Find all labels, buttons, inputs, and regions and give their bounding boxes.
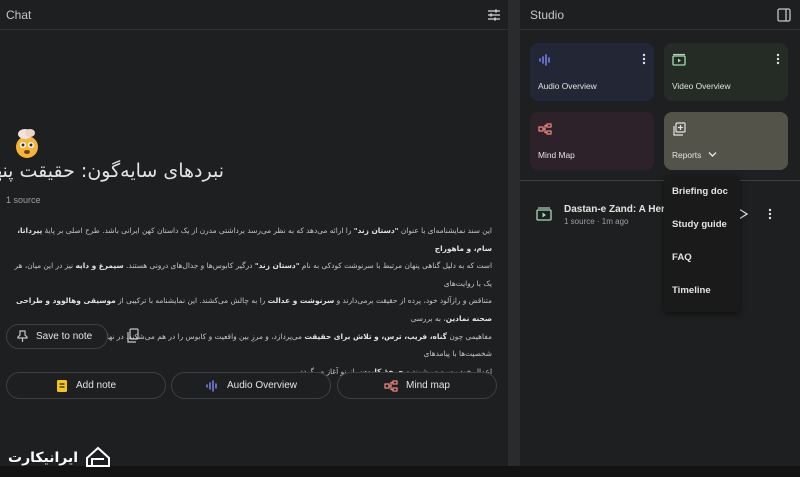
note-doc-icon: [536, 207, 552, 221]
audio-overview-tile-label: Audio Overview: [538, 81, 597, 91]
more-vert-icon[interactable]: [642, 53, 646, 65]
menu-item-study-guide[interactable]: Study guide: [672, 219, 727, 230]
summary-line-3: متناقض و رازآلود خود، پرده از حقیقت برمی…: [15, 296, 492, 323]
logo-icon: [86, 446, 110, 467]
mind-map-tile-label: Mind Map: [538, 150, 575, 160]
notebook-summary: این سند نمایشنامه‌ای با عنوان "دستان زند…: [6, 222, 493, 380]
copy-icon[interactable]: [126, 328, 140, 344]
note-list-item[interactable]: Dastan-e Zand: A Hero 1 source · 1m ago: [520, 196, 800, 236]
studio-title: Studio: [530, 8, 565, 22]
video-icon: [672, 53, 686, 66]
note-meta: 1 source · 1m ago: [564, 217, 629, 226]
panel-scrollbar[interactable]: [508, 0, 520, 466]
note-title: Dastan-e Zand: A Hero: [564, 204, 668, 215]
chevron-down-icon: [708, 152, 717, 157]
video-overview-tile-label: Video Overview: [672, 81, 731, 91]
save-to-note-label: Save to note: [36, 331, 93, 342]
audio-overview-label: Audio Overview: [226, 380, 298, 391]
reports-icon: [673, 122, 686, 136]
add-note-label: Add note: [75, 380, 117, 391]
chat-header: Chat: [0, 0, 508, 30]
mind-map-icon: [538, 123, 552, 135]
reports-dropdown-menu: Briefing doc Study guide FAQ Timeline: [664, 176, 740, 312]
mind-map-label: Mind map: [406, 380, 450, 391]
panel-icon[interactable]: [777, 8, 791, 22]
menu-item-briefing-doc[interactable]: Briefing doc: [672, 186, 728, 197]
more-vert-icon[interactable]: [776, 53, 780, 65]
chat-title: Chat: [6, 8, 32, 22]
chat-panel: Chat نبردهای سایه‌گون: حقیقت پنهان 1 sou…: [0, 0, 508, 466]
mind-map-button[interactable]: Mind map: [337, 372, 497, 399]
source-count: 1 source: [6, 195, 41, 205]
add-note-icon: [56, 379, 67, 392]
audio-wave-icon: [206, 379, 217, 392]
mind-map-tile[interactable]: Mind Map: [530, 112, 654, 170]
notebook-title: نبردهای سایه‌گون: حقیقت پنهان: [0, 160, 224, 182]
mind-map-icon: [384, 379, 398, 392]
video-overview-tile[interactable]: Video Overview: [664, 43, 788, 101]
notebook-emoji-icon: [16, 129, 38, 158]
studio-header: Studio: [520, 0, 800, 30]
logo-text: ایرانیکارت: [8, 450, 79, 466]
reports-tile-label: Reports: [672, 150, 702, 160]
save-to-note-button[interactable]: Save to note: [6, 324, 108, 349]
summary-line-1: این سند نمایشنامه‌ای با عنوان "دستان زند…: [17, 226, 492, 253]
add-note-button[interactable]: Add note: [6, 372, 166, 399]
summary-line-2: است که به دلیل گناهی پنهان مرتبط با سرنو…: [14, 261, 493, 288]
studio-panel: Studio Audio Overview Video Overview Min…: [520, 0, 800, 466]
pin-icon: [17, 330, 28, 342]
audio-overview-tile[interactable]: Audio Overview: [530, 43, 654, 101]
audio-wave-icon: [539, 54, 550, 66]
studio-divider: [520, 180, 800, 181]
tune-icon[interactable]: [486, 7, 502, 23]
audio-overview-button[interactable]: Audio Overview: [171, 372, 331, 399]
menu-item-faq[interactable]: FAQ: [672, 252, 692, 263]
reports-tile[interactable]: Reports: [664, 112, 788, 170]
menu-item-timeline[interactable]: Timeline: [672, 285, 711, 296]
more-vert-icon[interactable]: [768, 208, 772, 220]
brand-logo: ایرانیکارت: [8, 444, 112, 472]
